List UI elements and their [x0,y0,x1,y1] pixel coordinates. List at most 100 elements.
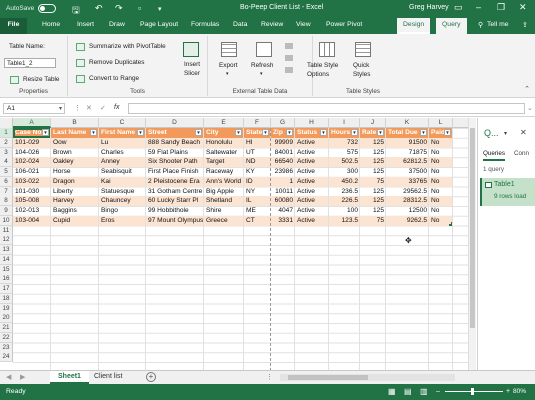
table-cell[interactable]: Horse [51,167,99,177]
table-cell[interactable]: NY [244,187,271,197]
table-cell[interactable]: Active [295,187,329,197]
horizontal-scroll-thumb[interactable] [288,375,368,380]
column-header-k[interactable]: K [386,118,429,128]
row-header-10[interactable]: 10 [0,215,13,226]
tell-me-icon[interactable]: ⚲ [478,21,483,29]
tab-queries[interactable]: Queries [483,150,506,161]
table-cell[interactable]: 100 [329,206,360,216]
table-cell[interactable]: 99 Hobbithole [146,206,204,216]
worksheet-grid[interactable]: ABCDEFGHIJKL 1 2 3 4 5 6 7 8 9 10 11 12 13 14 15 16 17 18… [0,118,468,370]
zoom-slider[interactable] [445,388,503,395]
refresh-button[interactable]: Refresh [251,62,273,69]
row-header-14[interactable]: 14 [0,254,13,265]
table-cell[interactable]: 300 [329,167,360,177]
tab-split-icon[interactable]: ⋮ [266,373,273,381]
quick-styles-button[interactable]: Quick [353,62,369,69]
table-cell[interactable]: CT [244,215,271,226]
table-header-cell[interactable]: Status ▼ [295,128,329,138]
formula-input[interactable] [128,103,525,114]
filter-dropdown-icon[interactable]: ▼ [286,129,293,136]
table-cell[interactable]: No [429,167,453,177]
table-cell[interactable]: Big Apple [204,187,244,197]
convert-to-range-button[interactable]: Convert to Range [89,75,139,82]
table-cell[interactable]: Shetland [204,196,244,207]
zoom-slider-knob[interactable] [471,388,474,395]
restore-icon[interactable]: ❐ [497,2,505,13]
zoom-in-icon[interactable]: + [506,388,510,395]
row-header-15[interactable]: 15 [0,264,13,275]
table-cell[interactable]: Anney [99,157,146,168]
row-header-11[interactable]: 11 [0,225,13,236]
prev-sheet-icon[interactable]: ◀ [6,373,11,381]
table-cell[interactable]: 125 [360,196,386,207]
autosave-toggle[interactable] [38,4,56,13]
column-header-b[interactable]: B [51,118,99,128]
summarize-pivot-button[interactable]: Summarize with PivotTable [89,43,166,50]
table-cell[interactable]: Seabisquit [99,167,146,177]
table-cell[interactable]: Bingo [99,206,146,216]
table-cell[interactable]: 9262.5 [386,215,429,226]
page-break-view-icon[interactable]: ▥ [420,387,428,396]
table-cell[interactable]: 75 [360,176,386,187]
table-cell[interactable]: 28312.5 [386,196,429,207]
table-cell[interactable]: Target [204,157,244,168]
table-cell[interactable]: Liberty [51,187,99,197]
close-window-icon[interactable]: ✕ [519,2,527,13]
table-cell[interactable]: 125 [360,167,386,177]
table-cell[interactable]: No [429,187,453,197]
table-cell[interactable]: Active [295,176,329,187]
table-cell[interactable]: 84001 [271,148,295,158]
name-box-dropdown-icon[interactable]: ▾ [59,105,62,112]
table-header-cell[interactable]: Last Name ▼ [51,128,99,138]
tab-view[interactable]: View [296,21,311,28]
properties-icon[interactable] [285,43,293,49]
undo-icon[interactable]: ↶ [95,3,103,14]
filter-dropdown-icon[interactable]: ▼ [42,129,49,136]
table-header-cell[interactable]: City ▼ [204,128,244,138]
tab-connections[interactable]: Conn [514,150,529,157]
filter-dropdown-icon[interactable]: ▼ [420,129,427,136]
table-cell[interactable]: 123.5 [329,215,360,226]
open-in-browser-icon[interactable] [285,55,293,61]
tab-tell-me[interactable]: Tell me [487,21,509,28]
table-cell[interactable]: Oow [51,137,99,148]
table-cell[interactable]: 91500 [386,137,429,148]
table-cell[interactable]: Active [295,167,329,177]
table-cell[interactable]: Saltewater [204,148,244,158]
column-header-a[interactable]: A [13,118,51,128]
table-cell[interactable]: 1 [271,176,295,187]
filter-dropdown-icon[interactable]: ▼ [195,129,202,136]
table-cell[interactable]: Active [295,157,329,168]
table-header-cell[interactable]: Paid ▼ [429,128,453,138]
row-header-4[interactable]: 4 [0,157,13,168]
column-header-i[interactable]: I [329,118,360,128]
table-cell[interactable]: Kai [99,176,146,187]
column-header-c[interactable]: C [99,118,146,128]
table-header-cell[interactable]: Street ▼ [146,128,204,138]
table-cell[interactable]: 33765 [386,176,429,187]
table-cell[interactable]: UT [244,148,271,158]
row-header-19[interactable]: 19 [0,303,13,314]
column-header-h[interactable]: H [295,118,329,128]
table-cell[interactable]: KY [244,167,271,177]
column-header-e[interactable]: E [204,118,244,128]
table-cell[interactable]: Cupid [51,215,99,226]
table-cell[interactable]: 502.5 [329,157,360,168]
style-options-button[interactable]: Table Style [307,62,338,69]
table-header-cell[interactable]: First Name ▼ [99,128,146,138]
select-all-corner[interactable] [0,118,13,128]
table-cell[interactable]: 99909 [271,137,295,148]
filter-dropdown-icon[interactable]: ▼ [90,129,97,136]
next-sheet-icon[interactable]: ▶ [20,373,25,381]
table-cell[interactable]: 575 [329,148,360,158]
insert-slicer-button[interactable]: Insert [184,61,200,68]
table-cell[interactable]: Active [295,148,329,158]
user-name[interactable]: Greg Harvey [409,4,449,11]
row-header-1[interactable]: 1 [0,128,13,138]
row-header-8[interactable]: 8 [0,196,13,207]
table-cell[interactable]: ID [244,176,271,187]
table-cell[interactable]: 62812.5 [386,157,429,168]
tab-file[interactable]: File [0,18,27,34]
row-header-18[interactable]: 18 [0,293,13,304]
table-name-input[interactable]: Table1_2 [4,58,56,68]
